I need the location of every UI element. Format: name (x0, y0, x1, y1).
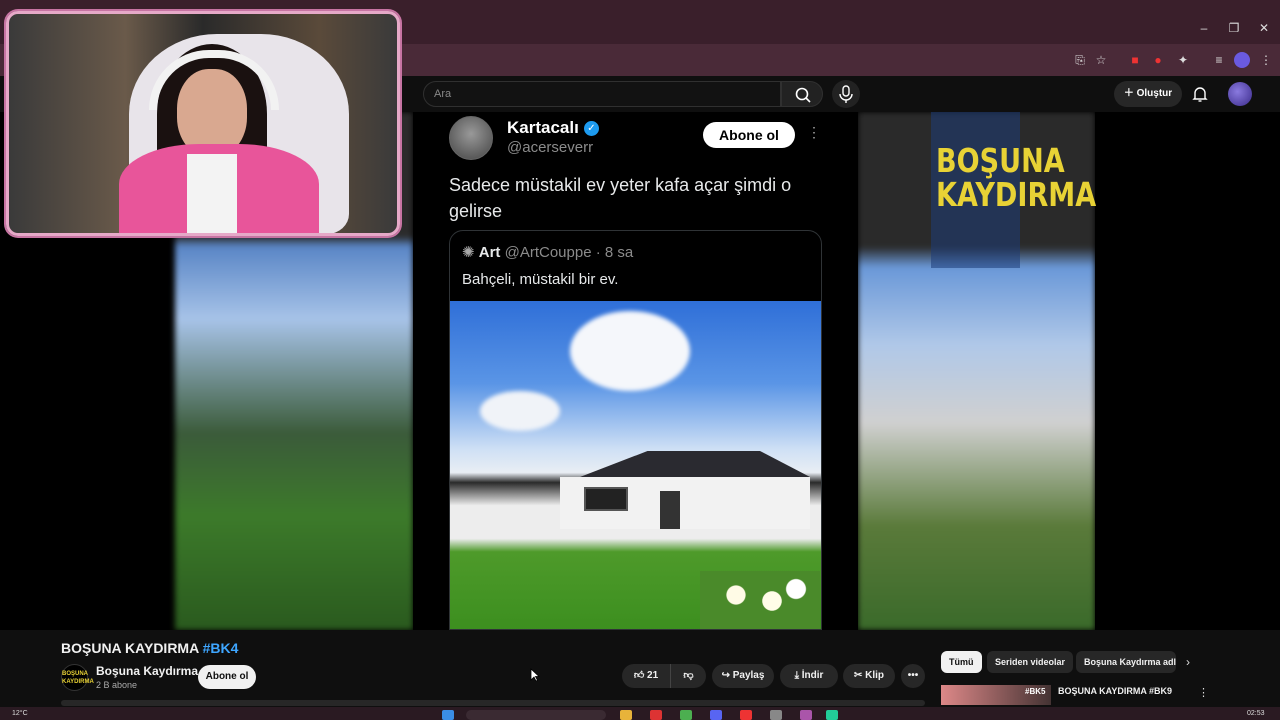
video-title-text: BOŞUNA KAYDIRMA (61, 640, 199, 656)
share-arrow-icon: ↪ (721, 670, 733, 681)
more-actions-button[interactable]: ••• (901, 664, 925, 688)
chip-all[interactable]: Tümü (941, 651, 982, 673)
cloud (570, 311, 690, 391)
search-icon (795, 87, 811, 103)
streamer-shirt (187, 154, 237, 233)
discord-icon[interactable] (710, 710, 722, 720)
search-input[interactable]: Ara (423, 81, 781, 107)
tweet-follow-button: Abone ol (703, 122, 795, 148)
media-control-icon[interactable]: ≡ (1211, 52, 1227, 68)
house-photo (450, 301, 821, 629)
bookmark-star-icon[interactable]: ☆ (1093, 52, 1109, 68)
account-avatar[interactable] (1228, 82, 1252, 106)
app-icon[interactable] (740, 710, 752, 720)
more-dots-icon: ••• (907, 670, 919, 681)
like-button[interactable]: 👍︎ 21 (622, 664, 670, 688)
extension-icon[interactable]: ■ (1127, 52, 1143, 68)
recommended-video-thumbnail[interactable]: #BK5 (941, 685, 1051, 705)
windows-start-icon[interactable] (442, 710, 454, 720)
maximize-button[interactable]: ❐ (1226, 20, 1242, 36)
quoted-author-name: Art (478, 244, 501, 261)
close-window-button[interactable]: ✕ (1256, 20, 1272, 36)
browser-menu-icon[interactable]: ⋮ (1258, 52, 1274, 68)
taskbar-search-box[interactable] (466, 710, 606, 720)
create-label: Oluştur (1136, 88, 1173, 99)
more-options-icon[interactable]: ⋮ (1198, 686, 1209, 699)
download-label: İndir (801, 670, 824, 681)
channel-avatar[interactable]: BOŞUNA KAYDIRMA (61, 664, 94, 691)
video-title: BOŞUNA KAYDIRMA #BK4 (61, 640, 238, 656)
channel-watermark-logo: BOŞUNA KAYDIRMA (936, 141, 1097, 214)
app-icon[interactable] (770, 710, 782, 720)
dislike-button[interactable]: 👎︎ (670, 664, 706, 688)
tweet-author-handle: @acerseverr (507, 139, 594, 156)
quoted-author-handle: @ArtCouppe (504, 244, 592, 261)
install-app-icon[interactable]: ⎘ (1072, 52, 1088, 68)
share-button[interactable]: ↪ Paylaş (712, 664, 774, 688)
loading-spinner-icon: ✺ (462, 244, 479, 261)
thumbnail-tag: #BK5 (1025, 687, 1046, 696)
weather-widget[interactable]: 12°C (12, 710, 28, 717)
tweet-card: Kartacalı ✓ @acerseverr Abone ol ⋮ Sadec… (413, 112, 858, 630)
tweet-author-name: Kartacalı (507, 118, 579, 137)
more-options-icon: ⋮ (807, 124, 821, 140)
scissors-icon: ✂ (853, 670, 866, 681)
chip-series-videos[interactable]: Seriden videolar (987, 651, 1074, 673)
house-roof (580, 451, 810, 477)
house-window (584, 487, 628, 511)
extensions-puzzle-icon[interactable]: ✦ (1175, 52, 1191, 68)
flowers (700, 571, 820, 629)
share-label: Paylaş (732, 670, 765, 681)
file-explorer-icon[interactable] (620, 710, 632, 720)
chevron-right-icon[interactable]: › (1186, 655, 1190, 669)
download-icon: ⤓ (794, 670, 802, 681)
thumbs-down-icon: 👎︎ (683, 670, 694, 681)
taskbar-clock[interactable]: 02:53 (1247, 710, 1265, 717)
cloud (480, 391, 560, 431)
chip-channel-videos[interactable]: Boşuna Kaydırma adl (1076, 651, 1176, 673)
clip-button[interactable]: ✂ Klip (843, 664, 895, 688)
quoted-tweet: ✺ Art @ArtCouppe · 8 sa Bahçeli, müstaki… (449, 230, 822, 630)
plus-icon: ＋ (1123, 88, 1137, 99)
tweet-author-avatar (449, 116, 493, 160)
microphone-icon (839, 85, 853, 103)
channel-name[interactable]: Boşuna Kaydırma (96, 664, 198, 678)
extension-icon[interactable]: ● (1150, 52, 1166, 68)
recommended-video-title[interactable]: BOŞUNA KAYDIRMA #BK9 (1058, 686, 1172, 696)
app-icon[interactable] (826, 710, 838, 720)
video-letterbox-right (1095, 112, 1280, 630)
tweet-text: Sadece müstakil ev yeter kafa açar şimdi… (449, 175, 792, 221)
verified-badge-icon: ✓ (584, 121, 599, 136)
subscriber-count: 2 B abone (96, 680, 138, 690)
clip-label: Klip (865, 670, 885, 681)
comments-section-edge (61, 700, 925, 706)
like-count: 21 (647, 670, 659, 681)
house-door (660, 491, 680, 529)
notifications-bell-icon[interactable] (1190, 84, 1210, 104)
minimize-button[interactable]: – (1196, 20, 1212, 36)
create-button[interactable]: ＋ Oluştur (1114, 81, 1182, 107)
profile-avatar-icon[interactable] (1234, 52, 1250, 68)
app-icon[interactable] (650, 710, 662, 720)
quoted-tweet-text: Bahçeli, müstakil bir ev. (462, 271, 619, 288)
quoted-tweet-author: ✺ Art @ArtCouppe · 8 sa (462, 243, 633, 261)
search-button[interactable] (781, 81, 823, 107)
mouse-cursor-icon (530, 668, 541, 682)
subscribe-button[interactable]: Abone ol (198, 665, 256, 689)
voice-search-button[interactable] (832, 80, 860, 108)
hashtag-link[interactable]: #BK4 (203, 640, 239, 656)
webcam-overlay (6, 11, 400, 236)
browser-icon[interactable] (680, 710, 692, 720)
download-button[interactable]: ⤓ İndir (780, 664, 838, 688)
os-taskbar (0, 707, 1280, 720)
quoted-tweet-age: · 8 sa (595, 244, 634, 261)
thumbs-up-icon: 👍︎ (633, 670, 648, 681)
app-icon[interactable] (800, 710, 812, 720)
